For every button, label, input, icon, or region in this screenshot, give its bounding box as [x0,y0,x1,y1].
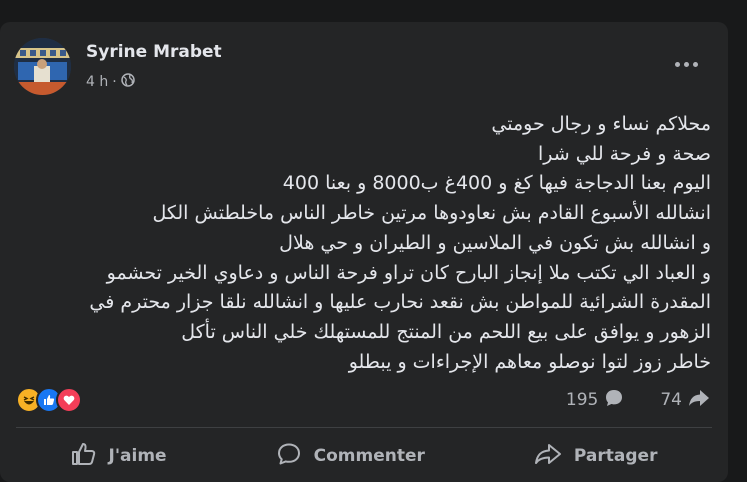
author-name[interactable]: Syrine Mrabet [86,42,222,62]
actions-divider [16,427,712,428]
post-line: انشالله الأسبوع القادم بش نعاودوها مرتين… [152,202,711,225]
dot-icon [683,61,689,67]
post-line: اليوم بعنا الدجاجة فيها كغ و 400غ ب8000 … [282,172,711,195]
thumbs-up-icon [71,442,97,471]
more-options-button[interactable] [668,52,704,76]
post-meta: 4 h · [86,73,135,91]
post-line: محلاكم نساء و رجال حومتي [491,113,711,135]
post-actions: J'aime Commenter Partager [16,432,712,480]
author-avatar[interactable] [14,38,71,95]
share-icon [534,442,562,471]
dot-icon [692,61,698,67]
share-button[interactable]: Partager [534,442,658,471]
comment-label: Commenter [313,446,425,466]
like-label: J'aime [108,446,167,466]
post-line: المقدرة الشرائية للمواطن بش نقعد نحارب ع… [89,291,711,314]
post-line: الزهور و يوافق على بيع اللحم من المنتج ل… [181,320,711,343]
reaction-summary[interactable] [16,385,82,415]
post-line: صحة و فرحة للي شرا [537,142,711,165]
engagement-counts: 195 74 [566,385,710,415]
share-count[interactable]: 74 [660,390,682,410]
love-icon [56,387,82,413]
comment-button[interactable]: Commenter [276,442,425,471]
share-label: Partager [573,446,658,466]
globe-icon [120,73,135,91]
post-time[interactable]: 4 h [86,74,108,90]
post-line: و انشالله بش تكون في الملاسين و الطيران … [279,231,711,254]
post-body: محلاكم نساء و رجال حومتي صحة و فرحة للي … [21,110,711,377]
comment-icon [276,442,302,471]
meta-separator: · [112,74,117,90]
share-arrow-icon [688,388,710,413]
comment-bubble-icon [604,388,624,413]
post-line: خاطر زوز لتوا نوصلو معاهم الإجراءات و يب… [348,350,711,373]
post-line: و العباد الي تكتب ملا إنجاز البارح كان ت… [106,261,711,284]
post-card: Syrine Mrabet 4 h · محلاكم نساء و رجال ح… [0,22,728,482]
comment-count[interactable]: 195 [566,390,598,410]
like-button[interactable]: J'aime [71,442,167,471]
dot-icon [674,61,680,67]
